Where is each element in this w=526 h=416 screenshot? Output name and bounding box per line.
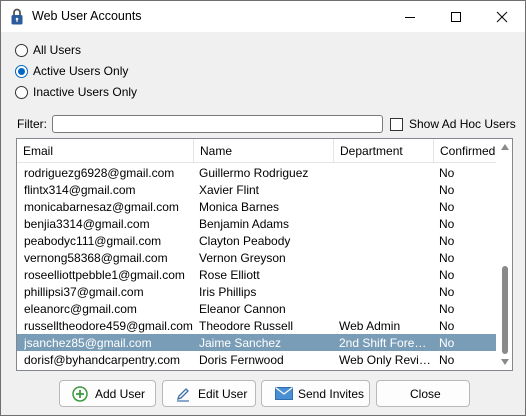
radio-label: Inactive Users Only	[33, 85, 138, 99]
email-cell: rodriguezg6928@gmail.com	[24, 166, 175, 180]
name-cell: Vernon Greyson	[199, 251, 286, 265]
show-adhoc-users-label: Show Ad Hoc Users	[409, 117, 516, 131]
email-cell: eleanorc@gmail.com	[24, 302, 137, 316]
table-row[interactable]: peabodyc111@gmail.com Clayton Peabody No	[17, 232, 496, 249]
close-window-button[interactable]	[479, 1, 525, 32]
radio-label: Active Users Only	[33, 64, 129, 78]
name-cell: Jaime Sanchez	[199, 336, 282, 350]
edit-user-label: Edit User	[198, 387, 248, 401]
name-cell: Theodore Russell	[199, 319, 294, 333]
minimize-button[interactable]	[387, 1, 433, 32]
email-cell: russelltheodore459@gmail.com	[24, 319, 193, 333]
column-header-name[interactable]: Name	[194, 139, 334, 163]
confirmed-cell: No	[439, 183, 455, 197]
confirmed-cell: No	[439, 234, 455, 248]
maximize-icon	[451, 12, 461, 22]
name-cell: Iris Phillips	[199, 285, 257, 299]
confirmed-cell: No	[439, 251, 455, 265]
name-cell: Doris Fernwood	[199, 353, 284, 367]
name-cell: Monica Barnes	[199, 200, 280, 214]
name-cell: Guillermo Rodriguez	[199, 166, 309, 180]
email-cell: jsanchez85@gmail.com	[24, 336, 152, 350]
table-row[interactable]: eleanorc@gmail.com Eleanor Cannon No	[17, 300, 496, 317]
scrollbar-thumb[interactable]	[502, 266, 508, 354]
add-user-button[interactable]: Add User	[59, 380, 156, 407]
add-circle-icon	[72, 386, 88, 405]
minimize-icon	[405, 17, 415, 18]
table-row[interactable]: flintx314@gmail.com Xavier Flint No	[17, 181, 496, 198]
send-invites-button[interactable]: Send Invites	[261, 380, 370, 407]
table-row[interactable]: phillipsi37@gmail.com Iris Phillips No	[17, 283, 496, 300]
confirmed-cell: No	[439, 302, 455, 316]
scroll-up-icon[interactable]	[501, 144, 509, 150]
confirmed-cell: No	[439, 268, 455, 282]
email-cell: flintx314@gmail.com	[24, 183, 136, 197]
department-cell: Web Only Revie...	[339, 353, 431, 367]
email-cell: dorisf@byhandcarpentry.com	[24, 353, 181, 367]
table-row[interactable]: russelltheodore459@gmail.com Theodore Ru…	[17, 317, 496, 334]
pencil-icon	[175, 386, 191, 405]
email-cell: monicabarnesaz@gmail.com	[24, 200, 179, 214]
confirmed-cell: No	[439, 217, 455, 231]
table-row[interactable]: vernong58368@gmail.com Vernon Greyson No	[17, 249, 496, 266]
close-label: Close	[410, 387, 441, 401]
department-cell: Web Admin	[339, 319, 401, 333]
table-row[interactable]: roseelliottpebble1@gmail.com Rose Elliot…	[17, 266, 496, 283]
department-cell: 2nd Shift Foreman	[339, 336, 431, 350]
confirmed-cell: No	[439, 353, 455, 367]
close-button[interactable]: Close	[376, 380, 470, 407]
padlock-icon	[11, 8, 23, 25]
edit-user-button[interactable]: Edit User	[162, 380, 256, 407]
table-row-selected[interactable]: jsanchez85@gmail.com Jaime Sanchez 2nd S…	[17, 334, 496, 351]
email-cell: phillipsi37@gmail.com	[24, 285, 144, 299]
confirmed-cell: No	[439, 285, 455, 299]
radio-button[interactable]	[15, 44, 28, 57]
scroll-down-icon[interactable]	[501, 359, 509, 365]
users-grid[interactable]: Email Name Department Confirmed rodrigue…	[16, 138, 513, 371]
table-row[interactable]: rodriguezg6928@gmail.com Guillermo Rodri…	[17, 164, 496, 181]
title-bar[interactable]: Web User Accounts	[1, 1, 525, 32]
name-cell: Benjamin Adams	[199, 217, 290, 231]
envelope-icon	[275, 387, 293, 403]
confirmed-cell: No	[439, 319, 455, 333]
confirmed-cell: No	[439, 200, 455, 214]
name-cell: Xavier Flint	[199, 183, 260, 197]
maximize-button[interactable]	[433, 1, 479, 32]
window-title: Web User Accounts	[32, 9, 142, 23]
close-icon	[496, 11, 508, 23]
radio-button[interactable]	[15, 86, 28, 99]
column-header-email[interactable]: Email	[17, 139, 194, 163]
show-adhoc-users-checkbox[interactable]	[390, 118, 403, 131]
grid-header: Email Name Department Confirmed	[17, 139, 496, 163]
name-cell: Clayton Peabody	[199, 234, 291, 248]
name-cell: Eleanor Cannon	[199, 302, 286, 316]
email-cell: roseelliottpebble1@gmail.com	[24, 268, 185, 282]
filter-label: Filter:	[17, 117, 47, 131]
filter-input[interactable]	[52, 115, 383, 133]
web-user-accounts-window: Web User Accounts All Users Active Users…	[0, 0, 526, 416]
name-cell: Rose Elliott	[199, 268, 260, 282]
email-cell: vernong58368@gmail.com	[24, 251, 168, 265]
column-header-department[interactable]: Department	[334, 139, 434, 163]
table-row[interactable]: dorisf@byhandcarpentry.com Doris Fernwoo…	[17, 351, 496, 368]
radio-button[interactable]	[15, 65, 28, 78]
send-invites-label: Send Invites	[298, 387, 365, 401]
vertical-scrollbar[interactable]	[497, 139, 512, 370]
email-cell: peabodyc111@gmail.com	[24, 234, 162, 248]
add-user-label: Add User	[95, 387, 146, 401]
column-header-confirmed[interactable]: Confirmed	[434, 139, 496, 163]
radio-label: All Users	[33, 43, 82, 57]
table-row[interactable]: benjia3314@gmail.com Benjamin Adams No	[17, 215, 496, 232]
email-cell: benjia3314@gmail.com	[24, 217, 150, 231]
confirmed-cell: No	[439, 336, 455, 350]
table-row[interactable]: monicabarnesaz@gmail.com Monica Barnes N…	[17, 198, 496, 215]
confirmed-cell: No	[439, 166, 455, 180]
